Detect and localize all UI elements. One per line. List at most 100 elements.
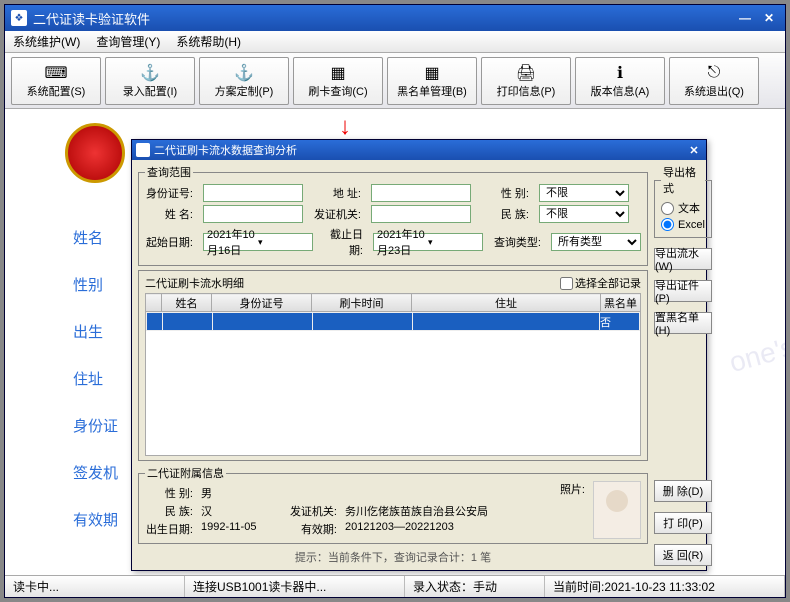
startdate-value: 2021年10月16日 xyxy=(207,226,258,258)
minimize-button[interactable]: — xyxy=(735,9,755,27)
radio-export-excel[interactable]: Excel xyxy=(661,218,705,231)
col-swipetime[interactable]: 刷卡时间 xyxy=(312,294,412,312)
input-addr[interactable] xyxy=(371,184,471,202)
anchor-icon: ⚓ xyxy=(140,63,160,83)
select-ethnic[interactable]: 不限 xyxy=(539,205,629,223)
bg-label-name: 姓名 xyxy=(73,227,118,248)
export-excel-label: Excel xyxy=(678,219,705,231)
toolbar-print[interactable]: 🖨打印信息(P) xyxy=(481,57,571,105)
detail-legend: 二代证附属信息 xyxy=(145,465,226,481)
input-idno[interactable] xyxy=(203,184,303,202)
exit-icon: ⎋ xyxy=(704,63,724,83)
datepicker-start[interactable]: 2021年10月16日▾ xyxy=(203,233,313,251)
detail-issuer: 务川仡佬族苗族自治县公安局 xyxy=(345,503,488,519)
detail-group: 二代证附属信息 性 别: 男 民 族: 汉 发证机关: 务川仡佬族苗族自治县公安… xyxy=(138,465,648,544)
label-detail-birth: 出生日期: xyxy=(145,521,193,537)
detail-gender: 男 xyxy=(201,485,281,501)
checkbox-select-all[interactable]: 选择全部记录 xyxy=(560,275,641,291)
col-checkbox xyxy=(146,294,162,312)
grid-body[interactable]: 否 xyxy=(145,312,641,456)
select-all-checkbox[interactable] xyxy=(560,277,573,290)
return-button[interactable]: 返 回(R) xyxy=(654,544,712,566)
printer-icon: 🖨 xyxy=(516,63,536,83)
watermark: one's xyxy=(726,331,785,379)
col-name[interactable]: 姓名 xyxy=(162,294,212,312)
label-detail-valid: 有效期: xyxy=(289,521,337,537)
datepicker-end[interactable]: 2021年10月23日▾ xyxy=(373,233,483,251)
radio-excel[interactable] xyxy=(661,218,674,231)
col-blacklist[interactable]: 黑名单 xyxy=(601,294,641,312)
toolbar-exit[interactable]: ⎋系统退出(Q) xyxy=(669,57,759,105)
label-detail-gender: 性 别: xyxy=(145,485,193,501)
cell-address xyxy=(413,313,600,331)
label-detail-ethnic: 民 族: xyxy=(145,503,193,519)
sysconfig-label: 系统配置(S) xyxy=(27,83,86,99)
cell-name xyxy=(163,313,213,331)
info-icon: ℹ xyxy=(610,63,630,83)
label-detail-issuer: 发证机关: xyxy=(289,503,337,519)
national-emblem-icon xyxy=(65,123,125,183)
spreadsheet-icon: ▦ xyxy=(328,63,348,83)
toolbar-cardquery[interactable]: ▦刷卡查询(C) xyxy=(293,57,383,105)
grid-legend: 二代证刷卡流水明细 xyxy=(145,275,560,291)
cell-blacklist: 否 xyxy=(600,313,640,331)
toolbar-importconfig[interactable]: ⚓录入配置(I) xyxy=(105,57,195,105)
select-qtype[interactable]: 所有类型 xyxy=(551,233,641,251)
table-row[interactable]: 否 xyxy=(147,313,640,331)
toolbar-version[interactable]: ℹ版本信息(A) xyxy=(575,57,665,105)
export-legend: 导出格式 xyxy=(661,164,705,196)
delete-button[interactable]: 删 除(D) xyxy=(654,480,712,502)
radio-text[interactable] xyxy=(661,202,674,215)
status-mode: 录入状态：手动 xyxy=(405,576,545,597)
detail-valid: 20121203—20221203 xyxy=(345,521,454,537)
window-title: 二代证读卡验证软件 xyxy=(33,9,735,28)
label-qtype: 查询类型: xyxy=(493,234,541,250)
version-label: 版本信息(A) xyxy=(591,83,650,99)
print-button[interactable]: 打 印(P) xyxy=(654,512,712,534)
dialog-hint: 提示：当前条件下，查询记录合计：1 笔 xyxy=(138,548,648,566)
toolbar-sysconfig[interactable]: ⌨系统配置(S) xyxy=(11,57,101,105)
query-range-legend: 查询范围 xyxy=(145,164,193,180)
dialog-close-button[interactable]: ✕ xyxy=(686,144,702,157)
select-gender[interactable]: 不限 xyxy=(539,184,629,202)
keyboard-icon: ⌨ xyxy=(46,63,66,83)
input-name[interactable] xyxy=(203,205,303,223)
print-label: 打印信息(P) xyxy=(497,83,556,99)
flow-grid-group: 二代证刷卡流水明细 选择全部记录 姓名 身份证号 刷卡时间 住址 黑名单 xyxy=(138,270,648,461)
label-gender: 性 别: xyxy=(481,185,529,201)
bg-label-address: 住址 xyxy=(73,368,118,389)
export-cert-button[interactable]: 导出证件(P) xyxy=(654,280,712,302)
cardquery-label: 刷卡查询(C) xyxy=(308,83,367,99)
toolbar-blacklist[interactable]: ▦黑名单管理(B) xyxy=(387,57,477,105)
dialog-icon xyxy=(136,143,150,157)
select-all-label: 选择全部记录 xyxy=(575,275,641,291)
spreadsheet-icon: ▦ xyxy=(422,63,442,83)
menu-help[interactable]: 系统帮助(H) xyxy=(176,33,241,50)
main-titlebar: ❖ 二代证读卡验证软件 — ✕ xyxy=(5,5,785,31)
query-dialog: 二代证刷卡流水数据查询分析 ✕ 查询范围 身份证号: 地 址: 性 别: xyxy=(131,139,707,571)
dialog-title: 二代证刷卡流水数据查询分析 xyxy=(154,142,297,158)
enddate-value: 2021年10月23日 xyxy=(377,226,428,258)
exit-label: 系统退出(Q) xyxy=(684,83,744,99)
radio-export-text[interactable]: 文本 xyxy=(661,200,705,216)
detail-ethnic: 汉 xyxy=(201,503,281,519)
menu-maintain[interactable]: 系统维护(W) xyxy=(13,33,80,50)
menu-query[interactable]: 查询管理(Y) xyxy=(96,33,160,50)
bg-label-idno: 身份证 xyxy=(73,415,118,436)
bg-label-gender: 性别 xyxy=(73,274,118,295)
label-issuer: 发证机关: xyxy=(313,206,361,222)
background-labels: 姓名 性别 出生 住址 身份证 签发机 有效期 xyxy=(73,227,118,530)
export-flow-button[interactable]: 导出流水(W) xyxy=(654,248,712,270)
status-time: 当前时间:2021-10-23 11:33:02 xyxy=(545,576,785,597)
input-issuer[interactable] xyxy=(371,205,471,223)
set-blacklist-button[interactable]: 置黑名单(H) xyxy=(654,312,712,334)
dialog-titlebar: 二代证刷卡流水数据查询分析 ✕ xyxy=(132,140,706,160)
chevron-down-icon: ▾ xyxy=(258,237,309,248)
close-button[interactable]: ✕ xyxy=(759,9,779,27)
status-connection: 连接USB1001读卡器中... xyxy=(185,576,405,597)
col-address[interactable]: 住址 xyxy=(412,294,601,312)
col-idno[interactable]: 身份证号 xyxy=(212,294,312,312)
bg-label-issuer: 签发机 xyxy=(73,462,118,483)
toolbar: ⌨系统配置(S) ⚓录入配置(I) ⚓方案定制(P) ▦刷卡查询(C) ▦黑名单… xyxy=(5,53,785,109)
toolbar-plan[interactable]: ⚓方案定制(P) xyxy=(199,57,289,105)
